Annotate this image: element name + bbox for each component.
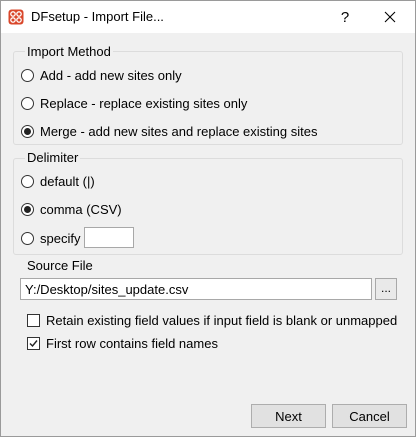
retain-values-option[interactable]: Retain existing field values if input fi… xyxy=(27,311,397,329)
help-button[interactable]: ? xyxy=(323,1,367,33)
specify-delimiter-input[interactable] xyxy=(84,227,134,248)
import-method-label: Import Method xyxy=(25,44,113,59)
radio-replace[interactable]: Replace - replace existing sites only xyxy=(21,94,247,112)
radio-add-button[interactable] xyxy=(21,68,34,82)
source-file-input[interactable] xyxy=(20,278,372,300)
radio-specify-delimiter[interactable]: specify xyxy=(21,229,80,247)
app-icon xyxy=(8,9,24,25)
title-bar: DFsetup - Import File... ? xyxy=(1,1,415,33)
radio-default-button[interactable] xyxy=(21,174,34,188)
delimiter-label: Delimiter xyxy=(25,150,81,165)
source-file-label: Source File xyxy=(25,258,95,273)
close-icon xyxy=(384,11,396,23)
radio-merge-button[interactable] xyxy=(21,124,34,138)
radio-merge[interactable]: Merge - add new sites and replace existi… xyxy=(21,122,317,140)
retain-values-checkbox[interactable] xyxy=(27,313,40,327)
radio-comma-label: comma (CSV) xyxy=(40,201,122,217)
radio-replace-button[interactable] xyxy=(21,96,34,110)
radio-merge-label: Merge - add new sites and replace existi… xyxy=(40,123,318,139)
import-file-dialog: DFsetup - Import File... ? Import Method… xyxy=(0,0,416,437)
first-row-option[interactable]: First row contains field names xyxy=(27,334,218,352)
radio-comma-button[interactable] xyxy=(21,202,34,216)
retain-values-label: Retain existing field values if input fi… xyxy=(46,312,398,328)
window-title: DFsetup - Import File... xyxy=(31,9,164,24)
browse-button[interactable]: ... xyxy=(375,278,397,300)
radio-default-label: default (|) xyxy=(40,173,95,189)
radio-add[interactable]: Add - add new sites only xyxy=(21,66,182,84)
radio-default-delimiter[interactable]: default (|) xyxy=(21,172,95,190)
radio-replace-label: Replace - replace existing sites only xyxy=(40,95,248,111)
cancel-button[interactable]: Cancel xyxy=(332,404,407,428)
first-row-checkbox[interactable] xyxy=(27,336,40,350)
next-button[interactable]: Next xyxy=(251,404,326,428)
radio-specify-button[interactable] xyxy=(21,231,34,245)
check-mark-icon xyxy=(29,339,38,347)
close-button[interactable] xyxy=(368,1,412,33)
radio-specify-label: specify xyxy=(40,230,81,246)
first-row-label: First row contains field names xyxy=(46,335,218,351)
radio-add-label: Add - add new sites only xyxy=(40,67,182,83)
radio-comma-delimiter[interactable]: comma (CSV) xyxy=(21,200,122,218)
